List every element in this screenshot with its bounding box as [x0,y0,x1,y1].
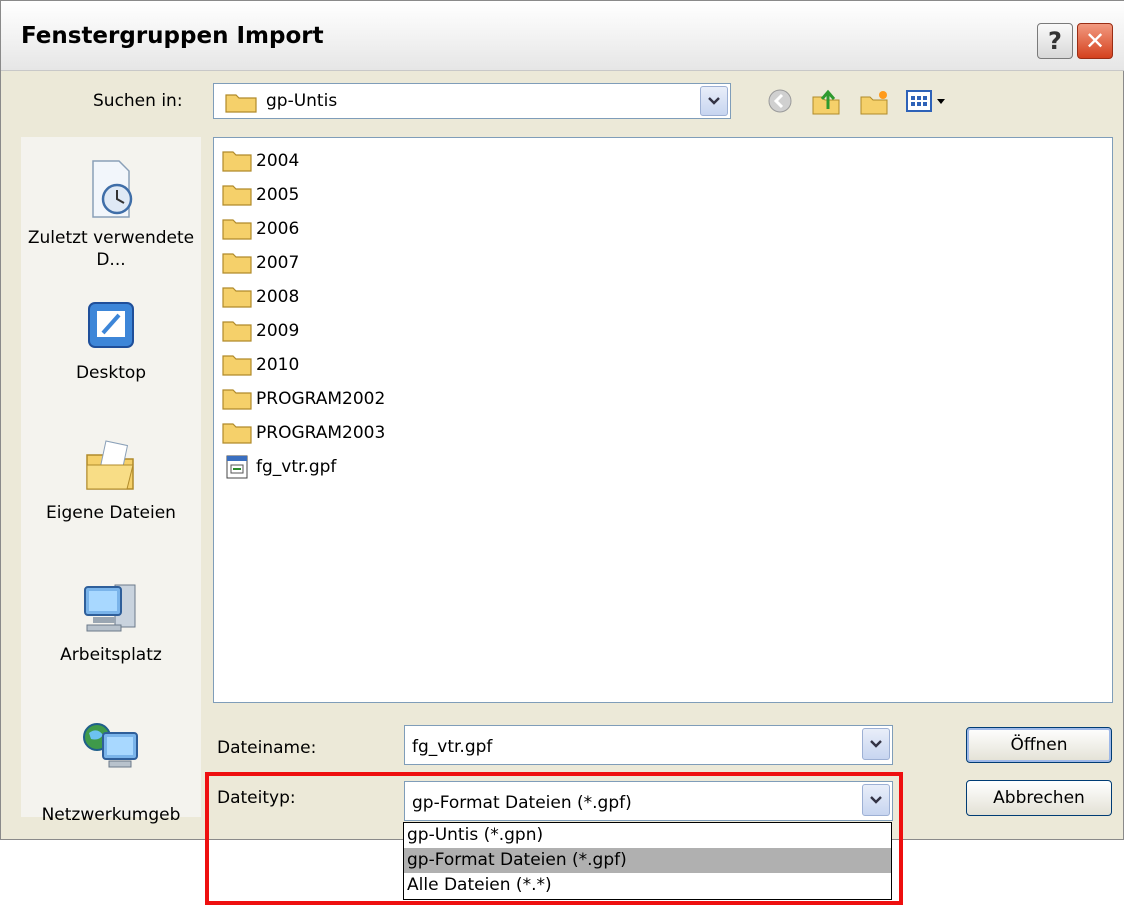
new-folder-icon[interactable] [859,87,891,117]
list-item[interactable]: PROGRAM2003 [222,418,385,448]
list-item[interactable]: 2008 [222,282,299,312]
list-item[interactable]: 2007 [222,248,299,278]
item-name: 2007 [256,253,300,273]
file-icon [226,455,248,479]
place-desktop[interactable]: Desktop [21,297,201,383]
filetype-combo[interactable]: gp-Format Dateien (*.gpf) [404,781,893,821]
lookin-combo[interactable]: gp-Untis [213,83,731,119]
list-item[interactable]: 2004 [222,146,299,176]
item-name: 2010 [256,355,300,375]
list-item[interactable]: 2006 [222,214,299,244]
place-recent[interactable]: Zuletzt verwendete D... [21,157,201,271]
folder-icon [222,389,252,410]
my-computer-icon [84,584,136,632]
item-name: 2005 [256,185,300,205]
place-network[interactable]: Netzwerkumgeb [21,717,201,825]
my-documents-icon [86,440,134,490]
help-button[interactable]: ? [1037,23,1073,59]
list-item[interactable]: 2005 [222,180,299,210]
place-label: Eigene Dateien [46,503,176,523]
item-name: 2004 [256,151,300,171]
lookin-label: Suchen in: [93,91,183,111]
folder-icon [222,151,252,172]
folder-icon [222,287,252,308]
folder-icon [225,94,257,113]
filename-dropdown-button[interactable] [862,728,890,760]
close-button[interactable]: ✕ [1077,23,1113,59]
item-name: fg_vtr.gpf [256,457,337,477]
item-name: 2008 [256,287,300,307]
filetype-dropdown-button[interactable] [862,784,890,816]
filetype-option[interactable]: Alle Dateien (*.*) [404,873,891,898]
item-name: PROGRAM2003 [256,423,386,443]
folder-icon [222,423,252,444]
places-bar: Zuletzt verwendete D... Desktop Eigene D… [21,137,201,825]
place-label: Desktop [75,363,147,383]
folder-icon [222,355,252,376]
chevron-down-icon [870,796,882,804]
filetype-dropdown-list[interactable]: gp-Untis (*.gpn) gp-Format Dateien (*.gp… [403,822,892,900]
folder-icon [222,321,252,342]
chevron-down-icon [870,740,882,748]
filetype-option-selected[interactable]: gp-Format Dateien (*.gpf) [404,848,891,873]
file-list[interactable]: 2004 2005 2006 2007 2008 2009 2010 PROGR… [213,137,1113,703]
filename-combo[interactable]: fg_vtr.gpf [404,725,893,765]
cancel-button[interactable]: Abbrechen [966,780,1112,816]
desktop-icon [88,302,134,348]
place-label: Zuletzt verwendete D... [27,228,195,270]
item-name: PROGRAM2002 [256,389,386,409]
filename-label: Dateiname: [217,738,317,758]
view-menu-icon[interactable] [905,87,951,115]
list-item[interactable]: 2009 [222,316,299,346]
folder-icon [222,253,252,274]
place-label: Netzwerkumgeb [41,805,181,825]
list-item[interactable]: 2010 [222,350,299,380]
filetype-option[interactable]: gp-Untis (*.gpn) [404,823,891,848]
title-bar[interactable]: Fenstergruppen Import ? ✕ [1,1,1124,71]
lookin-dropdown-button[interactable] [700,86,728,116]
place-my-computer[interactable]: Arbeitsplatz [21,579,201,665]
folder-icon [222,185,252,206]
list-item[interactable]: PROGRAM2002 [222,384,385,414]
filetype-label: Dateityp: [217,788,296,808]
file-open-dialog: Fenstergruppen Import ? ✕ Suchen in: gp-… [0,0,1124,840]
place-my-documents[interactable]: Eigene Dateien [21,437,201,523]
dialog-title: Fenstergruppen Import [21,23,324,49]
recent-documents-icon [92,160,133,218]
filename-value: fg_vtr.gpf [412,737,493,757]
place-label: Arbeitsplatz [60,645,162,665]
network-icon [83,723,138,768]
back-icon[interactable] [766,87,794,115]
list-item[interactable]: fg_vtr.gpf [222,452,336,482]
lookin-value: gp-Untis [266,91,338,111]
item-name: 2006 [256,219,300,239]
item-name: 2009 [256,321,300,341]
filetype-value: gp-Format Dateien (*.gpf) [412,793,632,813]
up-folder-icon[interactable] [811,87,843,117]
open-button[interactable]: Öffnen [966,727,1112,763]
chevron-down-icon [708,97,720,105]
folder-icon [222,219,252,240]
